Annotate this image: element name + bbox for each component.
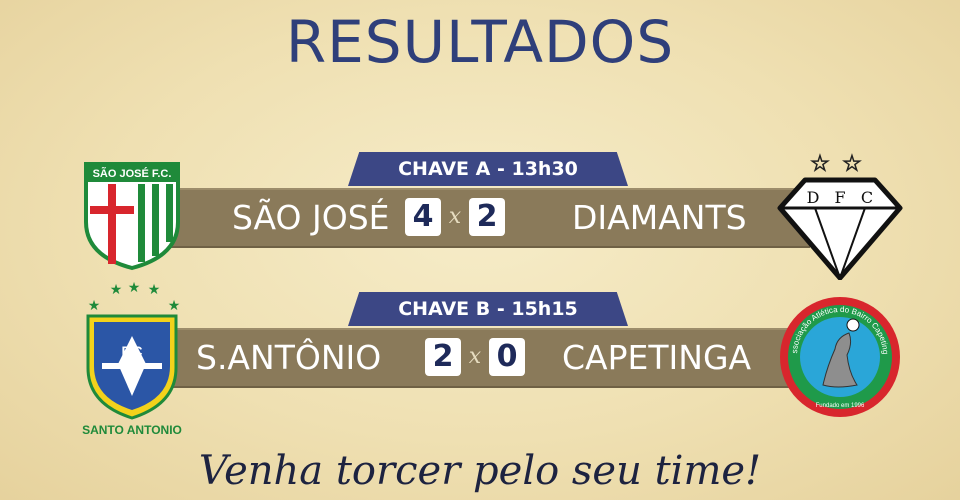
match-2-away-score: 0 bbox=[489, 338, 525, 376]
santo-antonio-caption: SANTO ANTONIO bbox=[82, 423, 182, 437]
match-1-away-team: DIAMANTS bbox=[572, 198, 747, 237]
santo-antonio-crest-icon: ★ ★ ★ ★ ★ F.C SANTO ANTONIO bbox=[82, 279, 182, 437]
diamants-crest-icon: ★ ★ D F C bbox=[777, 152, 903, 280]
match-2-separator: x bbox=[468, 344, 482, 369]
star-icon: ★ bbox=[811, 153, 829, 175]
capetinga-crest-icon: Associação Atlética do Bairro Capetinga … bbox=[777, 293, 900, 417]
diamants-letter-c: C bbox=[861, 188, 873, 207]
star-icon: ★ bbox=[110, 281, 123, 297]
match-1-home-team: SÃO JOSÉ bbox=[232, 198, 390, 237]
star-icon: ★ bbox=[168, 297, 181, 313]
match-2-home-team: S.ANTÔNIO bbox=[196, 338, 382, 377]
match-1-home-score: 4 bbox=[405, 198, 441, 236]
diamants-letter-d: D bbox=[807, 188, 820, 207]
match-2-away-team: CAPETINGA bbox=[562, 338, 752, 377]
match-1-away-score: 2 bbox=[469, 198, 505, 236]
capetinga-caption: Fundado em 1996 bbox=[816, 403, 865, 409]
star-icon: ★ bbox=[843, 153, 861, 175]
match-1-separator: x bbox=[448, 204, 462, 229]
diamants-letter-f: F bbox=[834, 188, 845, 207]
tagline: Venha torcer pelo seu time! bbox=[198, 448, 762, 494]
match-1-scorebar: SÃO JOSÉ 4 x 2 DIAMANTS bbox=[160, 188, 810, 248]
sao-jose-badge-text: SÃO JOSÉ F.C. bbox=[93, 167, 172, 180]
page-title: RESULTADOS bbox=[285, 8, 675, 76]
sao-jose-crest-icon: SÃO JOSÉ F.C. bbox=[84, 162, 180, 271]
santo-antonio-badge-text: F.C bbox=[122, 343, 143, 359]
chave-a-banner: CHAVE A - 13h30 bbox=[348, 152, 628, 186]
star-icon: ★ bbox=[148, 281, 161, 297]
star-icon: ★ bbox=[88, 297, 101, 313]
match-2-scorebar: S.ANTÔNIO 2 x 0 CAPETINGA bbox=[160, 328, 810, 388]
chave-b-banner: CHAVE B - 15h15 bbox=[348, 292, 628, 326]
match-2-home-score: 2 bbox=[425, 338, 461, 376]
star-icon: ★ bbox=[128, 279, 141, 295]
